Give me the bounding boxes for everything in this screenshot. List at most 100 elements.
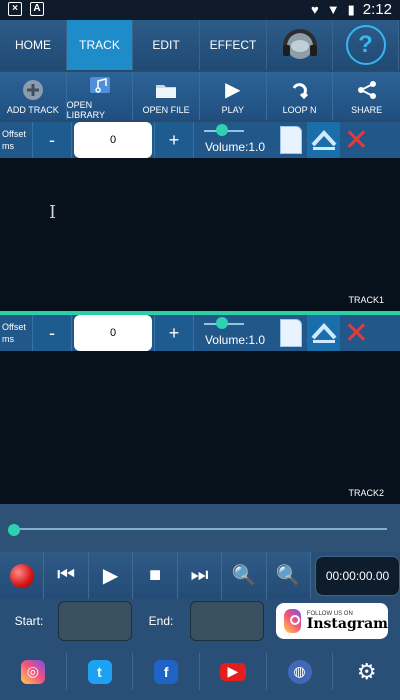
volume-control[interactable]: Volume:1.0 xyxy=(196,315,274,351)
track-2-panel[interactable]: Offset ms - 0 + Volume:1.0 ✕ TRACK2 xyxy=(0,315,400,504)
offset-input[interactable]: 0 xyxy=(74,122,152,158)
play-label: PLAY xyxy=(221,104,245,115)
youtube-button[interactable]: ▶ xyxy=(200,653,267,690)
offset-label: Offset ms xyxy=(2,322,26,344)
status-left: × A xyxy=(8,2,44,16)
twitter-button[interactable]: t xyxy=(67,653,134,690)
volume-text: Volume:1.0 xyxy=(204,333,266,347)
skip-back-button[interactable]: ⏮ xyxy=(44,552,89,599)
offset-label: Offset ms xyxy=(2,129,26,151)
open-file-button[interactable]: OPEN FILE xyxy=(133,72,201,120)
text-cursor-icon: I xyxy=(49,202,57,223)
film-reel-icon: ⚙ xyxy=(356,658,377,684)
plus-circle-icon xyxy=(21,78,45,102)
twitter-icon: t xyxy=(87,659,112,684)
offset-increment-button[interactable]: + xyxy=(154,122,194,158)
delete-track-button[interactable]: ✕ xyxy=(340,122,373,158)
loop-icon xyxy=(288,78,312,102)
zoom-out-icon: 🔍 xyxy=(231,565,257,587)
settings-button[interactable]: ⚙ xyxy=(333,653,400,690)
stop-icon: ■ xyxy=(148,564,162,586)
social-bar: ◎ t f ▶ ◍ ⚙ xyxy=(0,643,400,700)
volume-knob[interactable] xyxy=(216,317,228,329)
document-icon xyxy=(279,126,302,154)
zoom-in-icon: 🔍 xyxy=(275,565,301,587)
heart-icon: ♥ xyxy=(311,2,319,17)
playback-progress[interactable] xyxy=(0,504,400,552)
record-icon xyxy=(9,563,34,588)
music-library-icon xyxy=(88,73,112,97)
end-label: End: xyxy=(148,614,174,628)
instagram-icon: ◎ xyxy=(20,659,45,684)
screen: × A ♥ ▼ ▮ 2:12 HOME TRACK EDIT EFFECT ? xyxy=(0,0,400,700)
offset-increment-button[interactable]: + xyxy=(154,315,194,351)
progress-track[interactable] xyxy=(13,528,387,530)
add-track-label: ADD TRACK xyxy=(6,104,59,115)
chevron-up-icon xyxy=(311,323,336,343)
tab-home[interactable]: HOME xyxy=(0,20,67,70)
youtube-icon: ▶ xyxy=(219,662,246,681)
track-collapse-button[interactable] xyxy=(307,315,340,351)
loop-n-label: LOOP N xyxy=(282,104,317,115)
open-file-label: OPEN FILE xyxy=(142,104,190,115)
open-library-button[interactable]: OPEN LIBRARY xyxy=(66,72,134,120)
zoom-out-button[interactable]: 🔍 xyxy=(222,552,267,599)
end-input[interactable] xyxy=(190,601,264,641)
close-icon: ✕ xyxy=(343,123,370,157)
loop-n-button[interactable]: LOOP N xyxy=(266,72,334,120)
follow-text: FOLLOW US ON Instagram xyxy=(307,611,388,632)
facebook-button[interactable]: f xyxy=(133,653,201,690)
share-label: SHARE xyxy=(351,104,383,115)
volume-text: Volume:1.0 xyxy=(204,140,266,154)
start-end-row: Start: End: FOLLOW US ON Instagram xyxy=(0,599,400,643)
record-button[interactable] xyxy=(0,552,45,599)
track-1-panel[interactable]: Offset ms - 0 + Volume:1.0 ✕ I TRACK1 xyxy=(0,122,400,311)
action-bar: ADD TRACK OPEN LIBRARY OPEN FILE ▶ PLAY … xyxy=(0,72,400,120)
track-name: TRACK2 xyxy=(348,488,384,498)
offset-decrement-button[interactable]: - xyxy=(32,122,72,158)
time-display: 00:00:00.00 xyxy=(315,555,400,596)
globe-button[interactable]: ◍ xyxy=(267,653,334,690)
notification-a-icon: A xyxy=(30,2,44,16)
headphones-icon xyxy=(282,29,317,59)
play-icon: ▶ xyxy=(102,565,119,587)
track-collapse-button[interactable] xyxy=(307,122,340,158)
status-right: ♥ ▼ ▮ 2:12 xyxy=(311,1,392,18)
question-icon: ? xyxy=(345,25,386,65)
chevron-up-icon xyxy=(311,130,336,150)
document-icon xyxy=(279,319,302,347)
open-library-label: OPEN LIBRARY xyxy=(66,99,106,120)
offset-decrement-button[interactable]: - xyxy=(32,315,72,351)
track-1-header: Offset ms - 0 + Volume:1.0 ✕ xyxy=(0,122,400,158)
play-button[interactable]: ▶ xyxy=(88,552,134,599)
tab-edit[interactable]: EDIT xyxy=(133,20,200,70)
status-bar: × A ♥ ▼ ▮ 2:12 xyxy=(0,0,400,20)
offset-input[interactable]: 0 xyxy=(74,315,152,351)
follow-instagram-button[interactable]: FOLLOW US ON Instagram xyxy=(276,603,388,639)
facebook-icon: f xyxy=(154,659,179,684)
skip-forward-button[interactable]: ⏭ xyxy=(177,552,223,599)
tab-track[interactable]: TRACK xyxy=(67,20,133,70)
add-track-button[interactable]: ADD TRACK xyxy=(0,72,67,120)
progress-thumb[interactable] xyxy=(8,524,20,536)
headphones-button[interactable] xyxy=(267,20,333,70)
volume-control[interactable]: Volume:1.0 xyxy=(196,122,274,158)
start-input[interactable] xyxy=(58,601,132,641)
track-file-button[interactable] xyxy=(274,315,307,351)
tab-effect[interactable]: EFFECT xyxy=(200,20,267,70)
delete-track-button[interactable]: ✕ xyxy=(340,315,373,351)
share-button[interactable]: SHARE xyxy=(333,72,400,120)
folder-icon xyxy=(154,78,178,102)
volume-knob[interactable] xyxy=(216,124,228,136)
start-label: Start: xyxy=(14,614,44,628)
notification-x-icon: × xyxy=(8,2,22,16)
zoom-in-button[interactable]: 🔍 xyxy=(266,552,312,599)
transport-controls: ⏮ ▶ ■ ⏭ 🔍 🔍 00:00:00.00 xyxy=(0,552,400,599)
globe-icon: ◍ xyxy=(287,659,312,684)
track-file-button[interactable] xyxy=(274,122,307,158)
instagram-button[interactable]: ◎ xyxy=(0,653,67,690)
skip-back-icon: ⏮ xyxy=(57,564,76,586)
stop-button[interactable]: ■ xyxy=(133,552,178,599)
help-button[interactable]: ? xyxy=(333,20,399,70)
play-action-button[interactable]: ▶ PLAY xyxy=(200,72,267,120)
